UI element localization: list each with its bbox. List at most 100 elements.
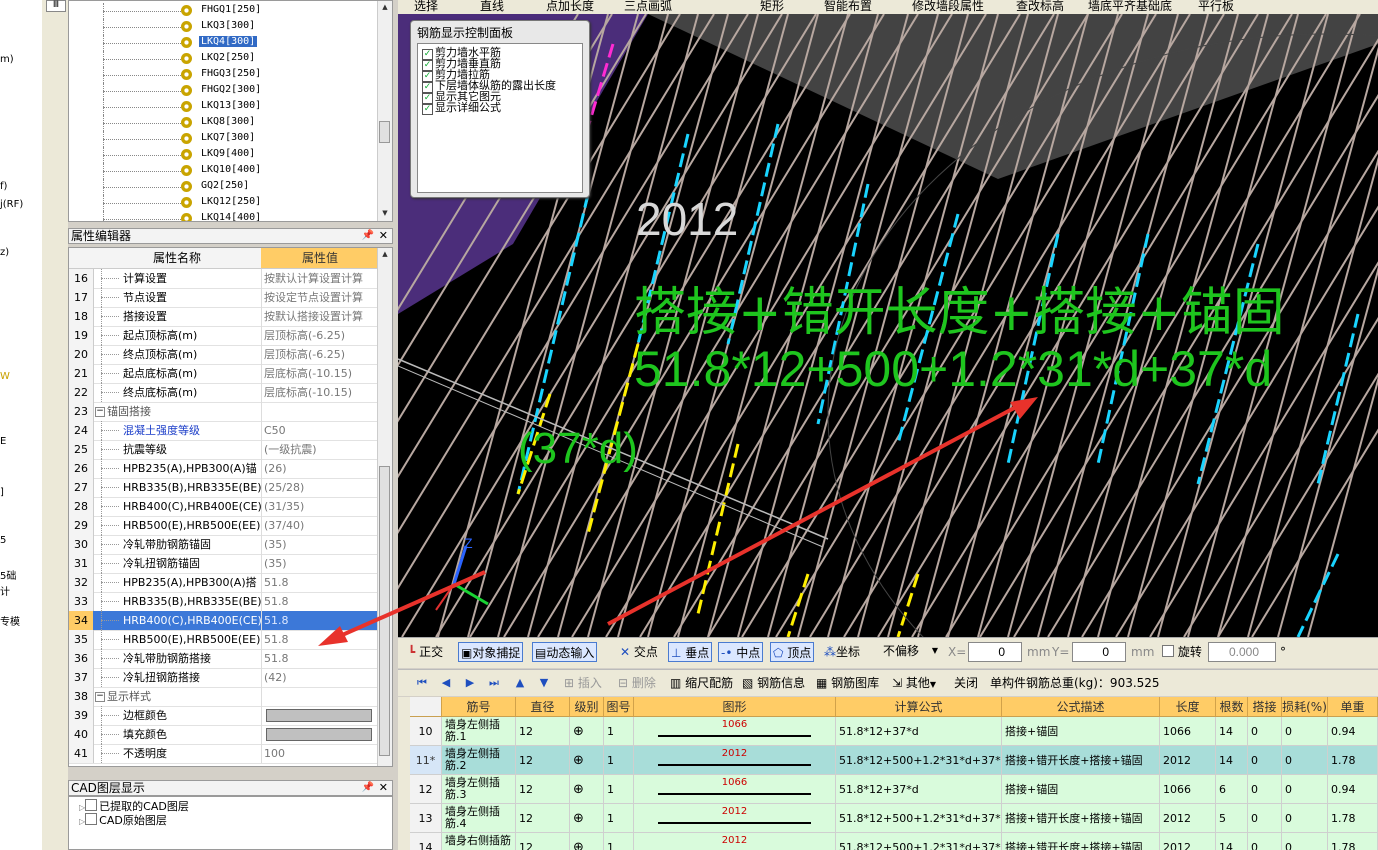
column-header[interactable]: 搭接 xyxy=(1248,697,1282,717)
table-cell-lap[interactable]: 0 xyxy=(1248,775,1282,804)
toolbar-three-point-arc[interactable]: 三点画弧 xyxy=(624,0,672,14)
tree-item[interactable]: FHGQ3[250] xyxy=(69,67,389,83)
table-cell-unit-wt[interactable]: 1.78 xyxy=(1328,833,1378,850)
collapse-icon[interactable]: − xyxy=(95,407,105,417)
property-row[interactable]: 28 HRB400(C),HRB400E(CE), (31/35) xyxy=(69,497,379,517)
table-cell-unit-wt[interactable]: 0.94 xyxy=(1328,775,1378,804)
row-number[interactable]: 14 xyxy=(410,833,442,850)
table-cell-unit-wt[interactable]: 0.94 xyxy=(1328,717,1378,746)
column-header[interactable]: 图形 xyxy=(634,697,836,717)
grade-cell[interactable]: ⊕ xyxy=(570,804,604,833)
property-value-cell[interactable]: 100 xyxy=(262,744,379,763)
close-icon[interactable]: ✕ xyxy=(379,781,388,795)
chevron-down-icon[interactable]: ▼ xyxy=(932,642,938,660)
property-value-cell[interactable]: C50 xyxy=(262,421,379,440)
color-swatch[interactable] xyxy=(266,709,372,722)
table-cell-length[interactable]: 2012 xyxy=(1160,746,1216,775)
property-row[interactable]: 27 HRB335(B),HRB335E(BE), (25/28) xyxy=(69,478,379,498)
table-cell-name[interactable]: 墙身左侧插筋.4 xyxy=(442,804,516,833)
property-value-cell[interactable]: 按默认计算设置计算 xyxy=(262,269,379,288)
shape-cell[interactable]: 2012 xyxy=(634,804,836,833)
table-row[interactable]: 12 墙身左侧插筋.3 12 ⊕ 1 1066 51.8*12+37*d 搭接+锚固 1066 6… xyxy=(410,775,1378,804)
table-cell-loss[interactable]: 0 xyxy=(1282,717,1328,746)
tree-item[interactable]: LKQ13[300] xyxy=(69,99,389,115)
toolbar-line[interactable]: 直线 xyxy=(480,0,504,14)
rebar-info-button[interactable]: ▧ 钢筋信息 xyxy=(742,674,805,692)
column-header[interactable]: 筋号 xyxy=(442,697,516,717)
property-row[interactable]: 20 终点顶标高(m) 层顶标高(-6.25) xyxy=(69,345,379,365)
column-header[interactable]: 损耗(%) xyxy=(1282,697,1328,717)
property-row[interactable]: 17 节点设置 按设定节点设置计算 xyxy=(69,288,379,308)
table-cell-name[interactable]: 墙身左侧插筋.1 xyxy=(442,717,516,746)
scroll-down-icon[interactable]: ▼ xyxy=(378,207,392,219)
table-cell-formula[interactable]: 51.8*12+500+1.2*31*d+37*d xyxy=(836,833,1002,850)
move-up-icon[interactable]: ▲ xyxy=(514,676,526,690)
row-number[interactable]: 10 xyxy=(410,717,442,746)
property-row[interactable]: 24 混凝土强度等级 C50 xyxy=(69,421,379,441)
toolbar-point-length[interactable]: 点加长度 xyxy=(546,0,594,14)
table-cell-lap[interactable]: 0 xyxy=(1248,746,1282,775)
table-row[interactable]: 14 墙身右侧插筋 12 ⊕ 1 2012 51.8*12+500+1.2*31*d+37*… xyxy=(410,833,1378,850)
intersection-button[interactable]: ✕ 交点 xyxy=(618,642,660,662)
table-cell-count[interactable]: 14 xyxy=(1216,717,1248,746)
vertex-button[interactable]: ⬠ 顶点 xyxy=(770,642,815,662)
column-header[interactable]: 计算公式 xyxy=(836,697,1002,717)
y-input[interactable] xyxy=(1072,642,1126,662)
pin-icon[interactable]: 📌 xyxy=(362,781,374,795)
table-cell-lap[interactable]: 0 xyxy=(1248,833,1282,850)
property-row[interactable]: 19 起点顶标高(m) 层顶标高(-6.25) xyxy=(69,326,379,346)
shape-cell[interactable]: 1066 xyxy=(634,717,836,746)
table-cell-fig[interactable]: 1 xyxy=(604,717,634,746)
property-value-cell[interactable]: 层顶标高(-6.25) xyxy=(262,326,379,345)
checkbox[interactable] xyxy=(1162,645,1174,657)
property-row[interactable]: 30 冷轧带肋钢筋锚固 (35) xyxy=(69,535,379,555)
property-row[interactable]: 21 起点底标高(m) 层底标高(-10.15) xyxy=(69,364,379,384)
tree-item[interactable]: LKQ4[300] xyxy=(69,35,389,51)
tree-item[interactable]: FHGQ1[250] xyxy=(69,3,389,19)
dynamic-input-button[interactable]: ▤动态输入 xyxy=(532,642,598,662)
rebar-library-button[interactable]: ▦ 钢筋图库 xyxy=(816,674,879,692)
toolbar-check-elevation[interactable]: 查改标高 xyxy=(1016,0,1064,14)
property-value-cell[interactable]: (42) xyxy=(262,668,379,687)
table-cell-length[interactable]: 2012 xyxy=(1160,804,1216,833)
table-cell-unit-wt[interactable]: 1.78 xyxy=(1328,804,1378,833)
table-cell-fig[interactable]: 1 xyxy=(604,804,634,833)
tree-item[interactable]: LKQ9[400] xyxy=(69,147,389,163)
property-value-cell[interactable]: (一级抗震) xyxy=(262,440,379,459)
toolbar-rectangle[interactable]: 矩形 xyxy=(760,0,784,14)
color-swatch[interactable] xyxy=(266,728,372,741)
property-row[interactable]: 26 HPB235(A),HPB300(A)锚 (26) xyxy=(69,459,379,479)
property-value-cell[interactable]: (25/28) xyxy=(262,478,379,497)
property-value-cell[interactable]: (31/35) xyxy=(262,497,379,516)
table-cell-fig[interactable]: 1 xyxy=(604,746,634,775)
table-cell-count[interactable]: 5 xyxy=(1216,804,1248,833)
property-value-cell[interactable] xyxy=(262,687,379,706)
prev-record-icon[interactable]: ◀ xyxy=(440,676,452,690)
property-row[interactable]: 25 抗震等级 (一级抗震) xyxy=(69,440,379,460)
table-cell-name[interactable]: 墙身左侧插筋.2 xyxy=(442,746,516,775)
x-input[interactable] xyxy=(968,642,1022,662)
table-cell-dia[interactable]: 12 xyxy=(516,833,570,850)
row-number[interactable]: 11* xyxy=(410,746,442,775)
property-row[interactable]: 23− 锚固搭接 xyxy=(69,402,379,422)
midpoint-button[interactable]: -• 中点 xyxy=(718,642,764,662)
column-header[interactable]: 单重 xyxy=(1328,697,1378,717)
grade-cell[interactable]: ⊕ xyxy=(570,833,604,850)
tree-item[interactable]: LKQ8[300] xyxy=(69,115,389,131)
tree-item[interactable]: GQ2[250] xyxy=(69,179,389,195)
control-option[interactable]: ✓ 显示详细公式 xyxy=(422,102,501,115)
cad-layer-item[interactable]: ▷ CAD原始图层 xyxy=(79,813,167,827)
table-cell-formula[interactable]: 51.8*12+500+1.2*31*d+37*d xyxy=(836,804,1002,833)
table-cell-desc[interactable]: 搭接+错开长度+搭接+锚固 xyxy=(1002,833,1160,850)
property-value-cell[interactable]: 层底标高(-10.15) xyxy=(262,364,379,383)
close-icon[interactable]: ✕ xyxy=(379,229,388,243)
property-row[interactable]: 41 不透明度 100 xyxy=(69,744,379,764)
table-cell-lap[interactable]: 0 xyxy=(1248,804,1282,833)
shape-cell[interactable]: 2012 xyxy=(634,833,836,850)
table-cell-dia[interactable]: 12 xyxy=(516,775,570,804)
property-value-cell[interactable] xyxy=(262,706,379,725)
column-header[interactable]: 直径(mm) xyxy=(516,697,570,734)
table-cell-length[interactable]: 1066 xyxy=(1160,775,1216,804)
last-record-icon[interactable]: ⏭ xyxy=(488,676,500,690)
shape-cell[interactable]: 2012 xyxy=(634,746,836,775)
